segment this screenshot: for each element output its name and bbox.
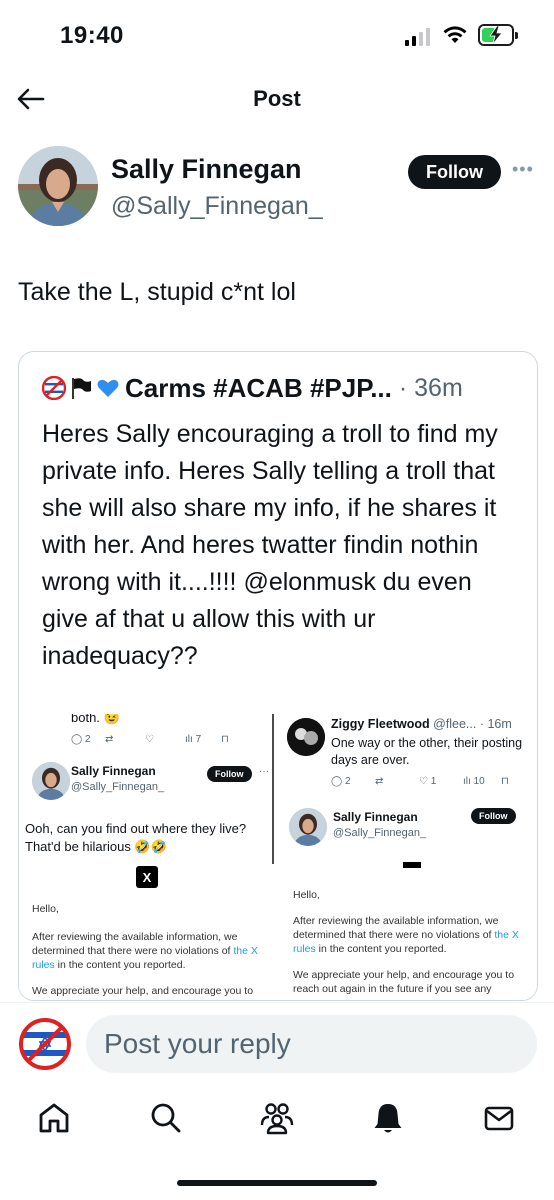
mini-handle-2: @Sally_Finnegan_ — [333, 827, 427, 839]
quoted-post-text: Heres Sally encouraging a troll to find … — [42, 420, 498, 670]
follow-button[interactable]: Follow — [408, 155, 501, 189]
blue-heart-emoji — [97, 379, 119, 397]
tab-search[interactable] — [146, 1098, 186, 1138]
bottom-tab-bar — [0, 1088, 554, 1148]
black-flag-emoji — [72, 378, 91, 399]
mini-avatar-sally — [32, 762, 70, 800]
mini-avatar-sally-2 — [289, 808, 327, 846]
x-logo: X — [136, 866, 158, 888]
mini-ziggy-header: Ziggy Fleetwood @flee... · 16m — [331, 717, 512, 731]
messages-icon — [484, 1106, 514, 1131]
cellular-signal-icon — [405, 28, 430, 46]
communities-icon — [260, 1103, 294, 1135]
x-logo-cropped — [403, 862, 421, 868]
my-avatar[interactable] — [18, 1017, 72, 1071]
mini-email-paragraph-3: After reviewing the available informatio… — [293, 915, 519, 955]
mini-ziggy-text: One way or the other, their posting days… — [331, 736, 523, 767]
mini-like-icon: ♡ — [145, 734, 154, 745]
mini-action-row-right: ◯ 2 ⇄ ♡ 1 ılı 10 ⊓ — [331, 776, 509, 787]
home-indicator — [177, 1180, 377, 1186]
mini-action-row: ◯ 2 ⇄ ♡ ılı 7 ⊓ — [71, 734, 229, 745]
quoted-time-value: 36m — [414, 373, 463, 402]
mini-follow-button-2: Follow — [471, 808, 516, 824]
mini-top-text: both. 😉 — [71, 714, 120, 725]
quoted-media-image[interactable]: both. 😉 ◯ 2 ⇄ ♡ ılı 7 ⊓ Sally Finnegan @… — [19, 714, 537, 1000]
mini-email-paragraph-4: We appreciate your help, and encourage y… — [293, 969, 515, 995]
page-title: Post — [253, 86, 301, 111]
screenshot-divider — [272, 714, 274, 864]
mini-email-hello-2: Hello, — [293, 889, 320, 901]
home-icon — [39, 1103, 69, 1133]
battery-icon — [478, 24, 518, 46]
mini-repost-icon: ⇄ — [105, 734, 114, 745]
mini-reply-icon: ◯ 2 — [71, 734, 91, 745]
more-options-icon[interactable]: ••• — [512, 160, 536, 180]
notifications-icon — [374, 1104, 402, 1133]
quoted-post-header: Carms #ACAB #PJP... · 36m — [42, 370, 463, 406]
mini-follow-button: Follow — [207, 766, 252, 782]
mini-views-icon: ılı 7 — [185, 734, 202, 745]
author-avatar[interactable] — [18, 146, 98, 226]
mini-bookmark-icon: ⊓ — [221, 734, 229, 745]
mini-handle: @Sally_Finnegan_ — [71, 781, 165, 793]
screenshot-right: Ziggy Fleetwood @flee... · 16m One way o… — [277, 714, 537, 1000]
wifi-icon — [443, 26, 467, 43]
search-icon — [151, 1103, 181, 1133]
mini-email-hello: Hello, — [32, 903, 59, 915]
reply-input[interactable]: Post your reply — [86, 1015, 537, 1073]
mini-name: Sally Finnegan — [71, 764, 156, 778]
mini-more-icon: ··· — [259, 766, 269, 777]
tab-notifications[interactable] — [368, 1098, 408, 1138]
mini-email-paragraph-2: We appreciate your help, and encourage y… — [32, 985, 254, 997]
screenshot-left: both. 😉 ◯ 2 ⇄ ♡ ılı 7 ⊓ Sally Finnegan @… — [19, 714, 272, 1000]
top-header: Post — [0, 72, 554, 126]
charging-bolt-icon — [489, 26, 503, 44]
quoted-author-name: Carms #ACAB #PJP... — [125, 372, 392, 403]
no-entry-flag-emoji — [42, 376, 66, 400]
mini-avatar-ziggy — [287, 718, 325, 756]
tab-home[interactable] — [34, 1098, 74, 1138]
author-name[interactable]: Sally Finnegan — [111, 154, 302, 185]
tab-communities[interactable] — [257, 1098, 297, 1138]
status-time: 19:40 — [60, 22, 124, 49]
tab-messages[interactable] — [479, 1098, 519, 1138]
quoted-post[interactable]: Carms #ACAB #PJP... · 36m Heres Sally en… — [18, 351, 538, 1001]
mini-email-paragraph: After reviewing the available informatio… — [32, 931, 258, 971]
mini-post-text: Ooh, can you find out where they live? T… — [25, 821, 247, 854]
reply-bar: Post your reply — [0, 1002, 554, 1084]
mini-name-2: Sally Finnegan — [333, 810, 418, 824]
status-bar: 19:40 — [0, 0, 554, 70]
quoted-post-time: · 36m — [398, 373, 463, 402]
post-author: Sally Finnegan @Sally_Finnegan_ Follow •… — [18, 146, 538, 232]
author-handle[interactable]: @Sally_Finnegan_ — [111, 192, 323, 221]
post-text: Take the L, stupid c*nt lol — [18, 278, 296, 306]
